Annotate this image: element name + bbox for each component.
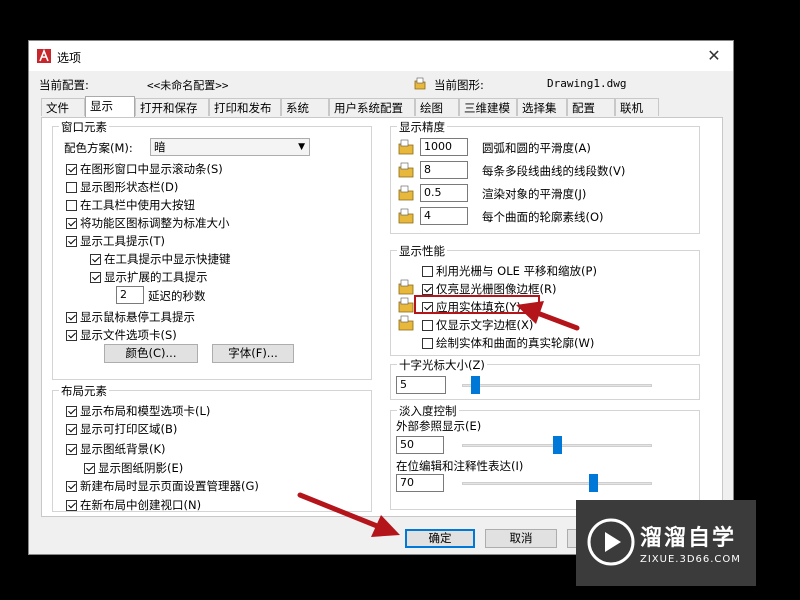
play-logo-icon [587,518,635,566]
watermark-logo: 溜溜自学 ZIXUE.3D66.COM [576,500,756,586]
red-arrow-head [516,301,544,324]
watermark-brand: 溜溜自学 [640,526,737,551]
red-arrow-to-ok [297,492,385,531]
watermark-url: ZIXUE.3D66.COM [640,554,741,565]
